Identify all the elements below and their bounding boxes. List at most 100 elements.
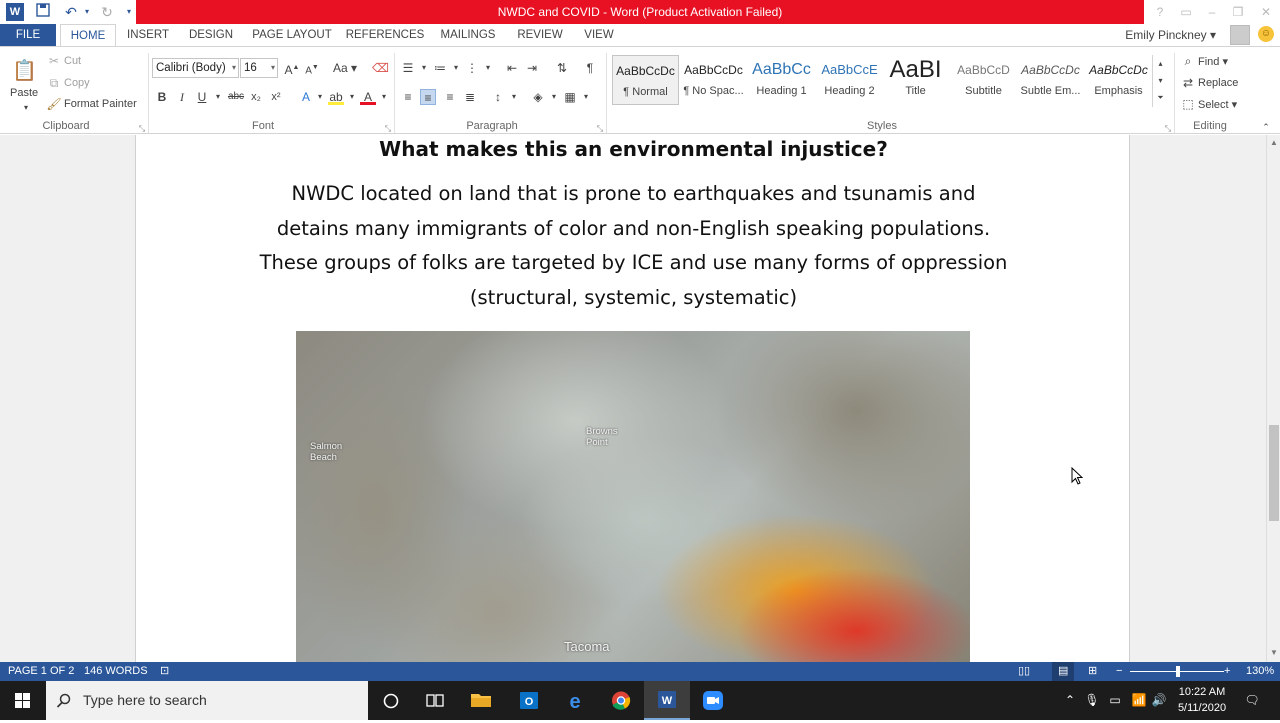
- text-effects-dropdown-icon[interactable]: ▾: [312, 89, 328, 105]
- cut-button[interactable]: Cut: [64, 55, 81, 67]
- battery-icon[interactable]: ▭: [1106, 681, 1124, 720]
- file-explorer-icon[interactable]: [458, 681, 504, 720]
- proofing-icon[interactable]: ⊡: [160, 662, 169, 681]
- align-left-icon[interactable]: ≡: [400, 89, 416, 105]
- wifi-icon[interactable]: 📶: [1130, 681, 1148, 720]
- tab-view[interactable]: VIEW: [578, 24, 620, 46]
- underline-icon[interactable]: U: [194, 89, 210, 105]
- clear-formatting-icon[interactable]: ⌫: [372, 60, 389, 76]
- font-color-icon[interactable]: A: [360, 89, 376, 105]
- word-app-icon[interactable]: W: [6, 3, 24, 21]
- style-normal[interactable]: AaBbCcDc ¶ Normal: [612, 55, 679, 105]
- highlight-color-icon[interactable]: ab: [328, 89, 344, 105]
- bold-icon[interactable]: B: [154, 89, 170, 105]
- scrollbar-thumb[interactable]: [1269, 425, 1279, 521]
- numbering-icon[interactable]: ≔: [432, 60, 448, 76]
- zoom-slider-thumb[interactable]: [1176, 666, 1180, 677]
- borders-icon[interactable]: ▦: [562, 89, 578, 105]
- cortana-icon[interactable]: [368, 681, 414, 720]
- shading-dropdown-icon[interactable]: ▾: [546, 89, 562, 105]
- line-spacing-icon[interactable]: ↕: [490, 89, 506, 105]
- start-button[interactable]: [0, 681, 46, 720]
- shrink-font-icon[interactable]: A▼: [304, 60, 320, 76]
- paste-icon[interactable]: 📋: [12, 55, 37, 87]
- style-heading-1[interactable]: AaBbCc Heading 1: [748, 55, 815, 105]
- zoom-app-icon[interactable]: [690, 681, 736, 720]
- microphone-icon[interactable]: 🎙: [1084, 681, 1100, 720]
- chrome-icon[interactable]: [598, 681, 644, 720]
- scroll-up-icon[interactable]: ▲: [1269, 138, 1279, 148]
- grow-font-icon[interactable]: A▲: [284, 60, 300, 77]
- font-color-dropdown-icon[interactable]: ▾: [376, 89, 392, 105]
- styles-scroll-icon[interactable]: ▴ ▾ ⏷: [1152, 55, 1168, 107]
- tab-mailings[interactable]: MAILINGS: [434, 24, 502, 46]
- style-no-spacing[interactable]: AaBbCcDc ¶ No Spac...: [680, 55, 747, 105]
- notifications-icon[interactable]: 🗨: [1240, 681, 1264, 720]
- edge-icon[interactable]: e: [552, 681, 598, 720]
- replace-button[interactable]: Replace: [1198, 77, 1238, 89]
- style-heading-2[interactable]: AaBbCcE Heading 2: [816, 55, 883, 105]
- style-emphasis[interactable]: AaBbCcDc Emphasis: [1085, 55, 1152, 105]
- undo-dropdown-icon[interactable]: ▾: [78, 3, 96, 21]
- font-size-combo[interactable]: 16 ▾: [240, 58, 278, 78]
- redo-icon[interactable]: ↻: [98, 3, 116, 21]
- line-spacing-dropdown-icon[interactable]: ▾: [506, 89, 522, 105]
- avatar[interactable]: [1230, 25, 1250, 45]
- show-hidden-icons-icon[interactable]: ⌃: [1062, 681, 1078, 720]
- minimize-button[interactable]: –: [1198, 0, 1226, 24]
- zoom-level[interactable]: 130%: [1246, 662, 1274, 681]
- increase-indent-icon[interactable]: ⇥: [524, 60, 540, 76]
- ribbon-display-options-icon[interactable]: ▭: [1172, 0, 1200, 24]
- page-count[interactable]: PAGE 1 OF 2: [8, 662, 74, 681]
- zoom-out-icon[interactable]: −: [1116, 662, 1122, 681]
- taskbar-search-box[interactable]: Type here to search: [46, 681, 368, 720]
- tab-references[interactable]: REFERENCES: [344, 24, 426, 46]
- print-layout-icon[interactable]: ▤: [1052, 662, 1075, 681]
- highlight-dropdown-icon[interactable]: ▾: [344, 89, 360, 105]
- italic-icon[interactable]: I: [174, 89, 190, 105]
- task-view-icon[interactable]: [412, 681, 458, 720]
- show-formatting-marks-icon[interactable]: ¶: [582, 60, 598, 76]
- borders-dropdown-icon[interactable]: ▾: [578, 89, 594, 105]
- help-icon[interactable]: ?: [1146, 0, 1174, 24]
- tab-file[interactable]: FILE: [0, 24, 56, 46]
- tab-page-layout[interactable]: PAGE LAYOUT: [248, 24, 336, 46]
- font-name-combo[interactable]: Calibri (Body) ▾: [152, 58, 239, 78]
- tab-review[interactable]: REVIEW: [510, 24, 570, 46]
- bullets-icon[interactable]: ☰: [400, 60, 416, 76]
- strikethrough-icon[interactable]: abc: [226, 89, 246, 105]
- scroll-down-icon[interactable]: ▼: [1269, 648, 1279, 658]
- tab-insert[interactable]: INSERT: [122, 24, 174, 46]
- save-icon[interactable]: [34, 3, 52, 21]
- select-button[interactable]: Select ▾: [1198, 98, 1237, 111]
- shading-icon[interactable]: ◈: [530, 89, 546, 105]
- align-center-icon[interactable]: ≡: [420, 89, 436, 105]
- bullets-dropdown-icon[interactable]: ▾: [416, 60, 432, 76]
- restore-button[interactable]: ❐: [1224, 0, 1252, 24]
- aerial-map-image[interactable]: Salmon Beach Browns Point Tacoma: [296, 331, 970, 662]
- vertical-scrollbar[interactable]: ▲ ▼: [1266, 135, 1280, 662]
- collapse-ribbon-icon[interactable]: ⌃: [1258, 119, 1274, 135]
- document-heading[interactable]: What makes this an environmental injusti…: [136, 135, 1131, 163]
- multilevel-dropdown-icon[interactable]: ▾: [480, 60, 496, 76]
- word-taskbar-icon[interactable]: W: [644, 681, 690, 720]
- justify-icon[interactable]: ≣: [462, 89, 478, 105]
- underline-dropdown-icon[interactable]: ▾: [210, 89, 226, 105]
- decrease-indent-icon[interactable]: ⇤: [504, 60, 520, 76]
- tab-home[interactable]: HOME: [60, 24, 116, 46]
- outlook-icon[interactable]: O: [506, 681, 552, 720]
- format-painter-button[interactable]: Format Painter: [64, 98, 137, 110]
- subscript-icon[interactable]: x₂: [248, 89, 264, 105]
- multilevel-list-icon[interactable]: ⋮: [464, 60, 480, 76]
- style-subtle-emphasis[interactable]: AaBbCcDc Subtle Em...: [1017, 55, 1084, 105]
- word-count[interactable]: 146 WORDS: [84, 662, 148, 681]
- find-button[interactable]: Find ▾: [1198, 55, 1228, 68]
- web-layout-icon[interactable]: ⊞: [1088, 662, 1097, 681]
- numbering-dropdown-icon[interactable]: ▾: [448, 60, 464, 76]
- style-subtitle[interactable]: AaBbCcD Subtitle: [950, 55, 1017, 105]
- close-button[interactable]: ✕: [1252, 0, 1280, 24]
- document-page[interactable]: What makes this an environmental injusti…: [135, 135, 1130, 662]
- paste-button[interactable]: Paste: [10, 87, 38, 99]
- user-name[interactable]: Emily Pinckney ▾: [1125, 24, 1216, 46]
- align-right-icon[interactable]: ≡: [442, 89, 458, 105]
